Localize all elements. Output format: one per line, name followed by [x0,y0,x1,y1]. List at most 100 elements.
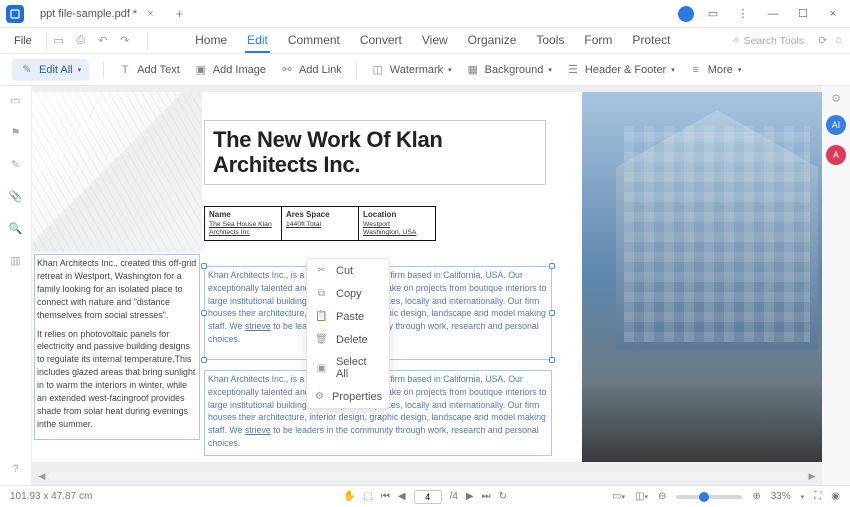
more-icon: ≡ [689,63,703,77]
undo-icon[interactable]: ↶ [95,33,111,49]
select-all-icon: ▣ [315,362,328,375]
horizontal-scrollbar[interactable]: ◀ ▶ [36,471,818,481]
more-icon[interactable]: ⋮ [732,4,754,24]
document-tab[interactable]: ppt file-sample.pdf * × [30,2,164,26]
tab-comment[interactable]: Comment [286,29,342,53]
edit-toolbar: ✎Edit All▾ TAdd Text ▣Add Image ⚯Add Lin… [0,54,850,86]
file-menu[interactable]: File [8,32,38,50]
comments-icon[interactable]: ✎ [8,156,24,172]
help-icon[interactable]: ? [8,461,24,477]
rotate-icon[interactable]: ↻ [499,491,507,502]
separator [147,32,148,50]
user-avatar[interactable] [678,6,694,22]
context-menu: ✂Cut ⧉Copy 📋Paste 🗑Delete ▣Select All ⚙P… [306,258,390,409]
ai-button[interactable]: AI [826,115,846,135]
header-footer-button[interactable]: ☰Header & Footer▾ [566,63,675,77]
search-tools[interactable]: ✧ Search Tools [732,35,804,47]
watermark-button[interactable]: ◫Watermark▾ [371,63,452,77]
redo-icon[interactable]: ↷ [117,33,133,49]
left-paragraph-2: It relies on photovoltaic panels for ele… [37,328,197,431]
tab-tools[interactable]: Tools [534,29,566,53]
tab-convert[interactable]: Convert [358,29,404,53]
chevron-down-icon: ▾ [448,66,452,74]
reading-mode-icon[interactable]: ◉ [831,491,840,502]
tab-form[interactable]: Form [582,29,614,53]
left-sidebar: ▭ ⚑ ✎ 📎 🔍 ▥ ? [0,86,32,485]
scroll-right-icon[interactable]: ▶ [806,470,818,482]
maximize-icon[interactable]: ☐ [792,4,814,24]
tab-home[interactable]: Home [193,29,229,53]
thumbnails-icon[interactable]: ▭ [8,92,24,108]
tab-edit[interactable]: Edit [245,29,270,53]
document-title[interactable]: The New Work Of Klan Architects Inc. [204,120,546,185]
zoom-in-icon[interactable]: ⊕ [752,491,760,502]
feedback-icon[interactable]: ▭ [702,4,724,24]
add-link-button[interactable]: ⚯Add Link [280,63,342,77]
statusbar: 101.93 x 47.87 cm ✋ ⬚ ⏮ ◀ /4 ▶ ⏭ ↻ ▭▾ ◫▾… [0,485,850,507]
canvas[interactable]: Khan Architects Inc., created this off-g… [32,86,822,485]
first-page-icon[interactable]: ⏮ [381,491,390,502]
more-button[interactable]: ≡More▾ [689,63,742,77]
left-text-block[interactable]: Khan Architects Inc., created this off-g… [34,254,200,440]
chevron-down-icon: ▾ [78,66,82,74]
save-icon[interactable]: ▭ [51,33,67,49]
main-tabs: Home Edit Comment Convert View Organize … [193,29,672,53]
tab-title: ppt file-sample.pdf * [40,8,137,20]
scroll-track[interactable] [48,472,806,480]
next-page-icon[interactable]: ▶ [466,491,474,502]
view-mode-icon[interactable]: ◫▾ [635,491,648,502]
th-area: Ares Space [286,210,354,219]
background-button[interactable]: ▦Background▾ [466,63,552,77]
ctx-paste[interactable]: 📋Paste [307,305,389,328]
search-icon[interactable]: 🔍 [8,220,24,236]
new-tab-button[interactable]: + [170,4,190,23]
bookmarks-icon[interactable]: ⚑ [8,124,24,140]
tab-view[interactable]: View [420,29,450,53]
last-page-icon[interactable]: ⏭ [482,491,491,502]
left-paragraph-1: Khan Architects Inc., created this off-g… [37,257,197,322]
ctx-cut[interactable]: ✂Cut [307,259,389,282]
background-icon: ▦ [466,63,480,77]
separator [103,61,104,79]
home-icon[interactable]: ⌂ [835,34,842,47]
td-location-2: Washington, USA [363,229,431,237]
copy-icon: ⧉ [315,287,328,300]
edit-all-button[interactable]: ✎Edit All▾ [12,59,89,81]
properties-panel-icon[interactable]: ⚙ [831,92,841,105]
info-table[interactable]: NameThe Sea House Klan Architects Inc Ar… [204,206,436,241]
page-navigation: ✋ ⬚ ⏮ ◀ /4 ▶ ⏭ ↻ [343,490,507,504]
chevron-down-icon[interactable]: ▾ [801,493,805,501]
layers-icon[interactable]: ▥ [8,252,24,268]
select-tool-icon[interactable]: ⬚ [363,491,372,502]
cloud-icon[interactable]: ⟳ [818,34,827,47]
attachments-icon[interactable]: 📎 [8,188,24,204]
ctx-copy[interactable]: ⧉Copy [307,282,389,305]
hand-tool-icon[interactable]: ✋ [343,491,355,502]
ctx-properties[interactable]: ⚙Properties [307,385,389,408]
page-input[interactable] [414,490,442,504]
close-window-icon[interactable]: × [822,4,844,24]
fit-width-icon[interactable]: ▭▾ [612,491,625,502]
scroll-left-icon[interactable]: ◀ [36,470,48,482]
delete-icon: 🗑 [315,333,328,346]
right-sidebar: ⚙ AI A [822,86,850,485]
zoom-out-icon[interactable]: ⊖ [658,491,666,502]
image-building-right[interactable]: ⇪ [582,92,822,462]
wand-icon: ✧ [732,35,741,47]
zoom-slider[interactable] [676,495,742,499]
prev-page-icon[interactable]: ◀ [398,491,406,502]
search-placeholder: Search Tools [744,35,805,47]
link-icon: ⚯ [280,63,294,77]
minimize-icon[interactable]: — [762,4,784,24]
fullscreen-icon[interactable]: ⛶ [814,491,821,502]
add-image-button[interactable]: ▣Add Image [194,63,266,77]
tab-organize[interactable]: Organize [466,29,519,53]
ctx-delete[interactable]: 🗑Delete [307,328,389,351]
assistant-button[interactable]: A [826,145,846,165]
tab-protect[interactable]: Protect [630,29,672,53]
ctx-select-all[interactable]: ▣Select All [307,351,389,385]
image-architecture-left[interactable] [32,92,202,252]
close-tab-icon[interactable]: × [147,8,153,20]
print-icon[interactable]: ⎙ [73,33,89,49]
add-text-button[interactable]: TAdd Text [118,63,180,77]
